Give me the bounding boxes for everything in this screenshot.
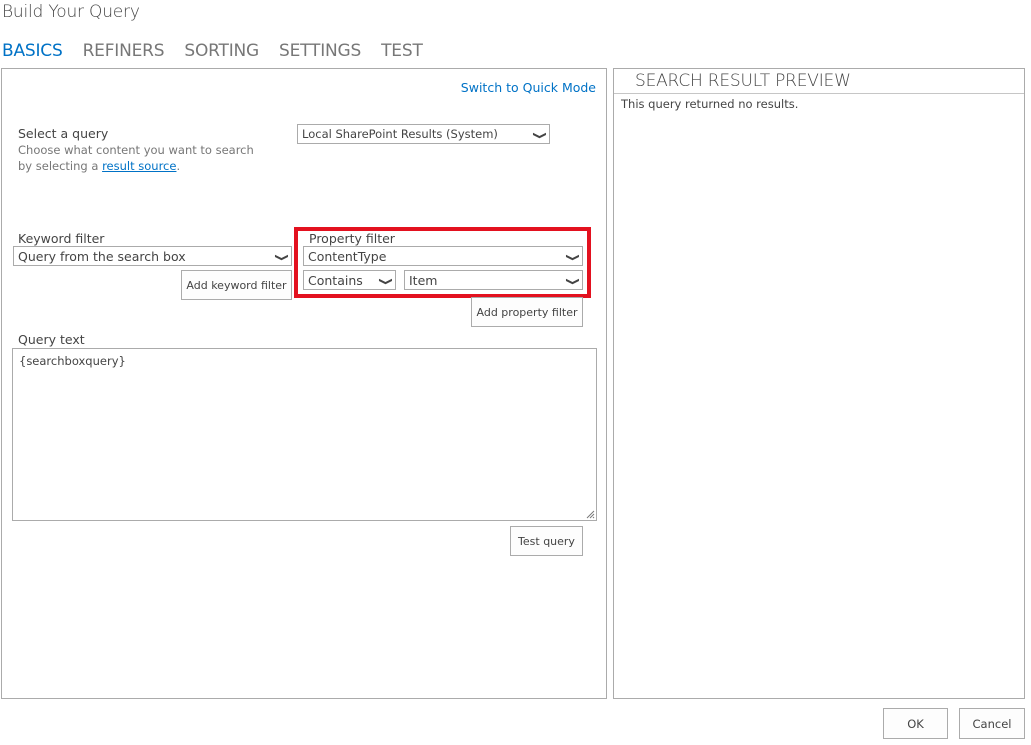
add-property-filter-button[interactable]: Add property filter bbox=[471, 297, 583, 327]
resize-grip-icon[interactable] bbox=[585, 509, 595, 519]
preview-title: SEARCH RESULT PREVIEW bbox=[614, 69, 1024, 94]
chevron-down-icon: ❯ bbox=[564, 253, 579, 262]
keyword-filter-select[interactable]: Query from the search box ❯ bbox=[13, 246, 292, 266]
select-query-description: Choose what content you want to search b… bbox=[18, 142, 268, 174]
property-value: ContentType bbox=[308, 249, 387, 264]
property-select[interactable]: ContentType ❯ bbox=[303, 246, 583, 266]
select-query-label: Select a query bbox=[18, 126, 109, 141]
tab-bar: BASICS REFINERS SORTING SETTINGS TEST bbox=[2, 41, 443, 61]
tab-test[interactable]: TEST bbox=[381, 41, 423, 61]
switch-to-quick-mode-link[interactable]: Switch to Quick Mode bbox=[461, 80, 596, 95]
result-source-select[interactable]: Local SharePoint Results (System) ❯ bbox=[297, 124, 550, 144]
keyword-filter-label: Keyword filter bbox=[18, 231, 105, 246]
tab-basics[interactable]: BASICS bbox=[2, 41, 63, 61]
chevron-down-icon: ❯ bbox=[564, 277, 579, 286]
tab-settings[interactable]: SETTINGS bbox=[279, 41, 361, 61]
cancel-button[interactable]: Cancel bbox=[959, 708, 1025, 739]
query-text-input[interactable]: {searchboxquery} bbox=[12, 348, 597, 521]
chevron-down-icon: ❯ bbox=[377, 277, 392, 286]
test-query-button[interactable]: Test query bbox=[510, 526, 583, 556]
tab-refiners[interactable]: REFINERS bbox=[83, 41, 165, 61]
property-filter-label: Property filter bbox=[309, 231, 395, 246]
search-result-preview-panel: SEARCH RESULT PREVIEW This query returne… bbox=[613, 68, 1025, 699]
property-value-selected: Item bbox=[409, 273, 438, 288]
keyword-filter-value: Query from the search box bbox=[18, 249, 186, 264]
chevron-down-icon: ❯ bbox=[531, 131, 546, 140]
add-keyword-filter-button[interactable]: Add keyword filter bbox=[181, 270, 292, 300]
description-suffix: . bbox=[176, 159, 181, 173]
tab-sorting[interactable]: SORTING bbox=[184, 41, 259, 61]
operator-select[interactable]: Contains ❯ bbox=[303, 270, 396, 290]
result-source-value: Local SharePoint Results (System) bbox=[302, 127, 498, 141]
ok-button[interactable]: OK bbox=[883, 708, 948, 739]
query-text-label: Query text bbox=[18, 332, 85, 347]
query-builder-panel: Switch to Quick Mode Select a query Choo… bbox=[1, 68, 607, 699]
result-source-link[interactable]: result source bbox=[102, 159, 176, 173]
preview-message: This query returned no results. bbox=[621, 97, 799, 111]
dialog-title: Build Your Query bbox=[2, 2, 140, 22]
property-value-select[interactable]: Item ❯ bbox=[404, 270, 583, 290]
query-text-value: {searchboxquery} bbox=[19, 354, 126, 368]
operator-value: Contains bbox=[308, 273, 363, 288]
chevron-down-icon: ❯ bbox=[273, 253, 288, 262]
